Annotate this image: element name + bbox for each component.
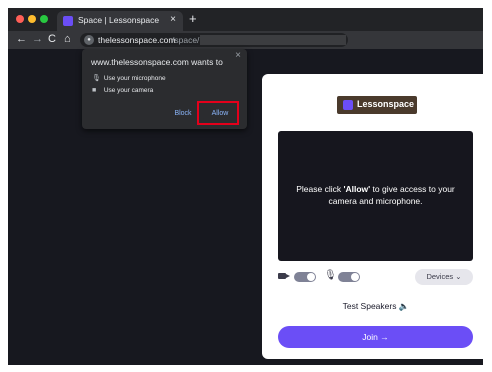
back-icon[interactable]: ← (16, 33, 27, 45)
permission-microphone-row: 🎙 Use your microphone (92, 74, 166, 82)
zoom-window-button[interactable] (40, 15, 48, 23)
block-button[interactable]: Block (170, 107, 196, 120)
devices-dropdown[interactable]: Devices ⌄ (415, 269, 473, 285)
browser-window: Space | Lessonspace × + ← → C ⌂ ● theles… (8, 8, 483, 365)
tab-title: Space | Lessonspace (78, 15, 160, 25)
lessonspace-logo: Lessonspace (337, 96, 417, 114)
allow-highlight-box (197, 101, 239, 125)
url-path: /space/ (172, 35, 200, 45)
camera-toggle-knob (307, 273, 315, 281)
microphone-toggle-knob (351, 273, 359, 281)
camera-preview: Please click 'Allow' to give access to y… (278, 131, 473, 261)
forward-icon[interactable]: → (32, 33, 43, 45)
preview-prefix: Please click (296, 184, 344, 194)
lessonspace-favicon-icon (63, 16, 73, 26)
tab-lessonspace[interactable]: Space | Lessonspace × (57, 11, 183, 31)
permission-camera-label: Use your camera (103, 87, 154, 94)
join-card: Lessonspace Please click 'Allow' to give… (262, 74, 483, 359)
microphone-icon: 🎙 (324, 270, 337, 281)
lessonspace-logo-icon (343, 100, 353, 110)
join-button[interactable]: Join → (278, 326, 473, 348)
site-info-icon[interactable]: ● (84, 35, 94, 45)
close-window-button[interactable] (16, 15, 24, 23)
preview-message: Please click 'Allow' to give access to y… (286, 183, 465, 207)
permission-close-icon[interactable]: × (235, 50, 241, 61)
camera-toggle[interactable] (294, 272, 316, 282)
video-camera-icon (278, 273, 290, 279)
home-icon[interactable]: ⌂ (64, 33, 71, 45)
new-tab-button[interactable]: + (189, 11, 197, 26)
test-speakers-button[interactable]: Test Speakers 🔈 (262, 301, 483, 312)
url-host: thelessonspace.com (98, 35, 176, 45)
url-redacted (200, 35, 346, 45)
permission-title: www.thelessonspace.com wants to (91, 57, 223, 67)
permission-popup: www.thelessonspace.com wants to × 🎙 Use … (82, 49, 247, 129)
address-bar[interactable]: ● thelessonspace.com /space/ (80, 33, 348, 47)
camera-icon: ■ (92, 87, 97, 94)
minimize-window-button[interactable] (28, 15, 36, 23)
reload-icon[interactable]: C (48, 33, 56, 45)
tab-bar: Space | Lessonspace × + (8, 8, 483, 31)
permission-camera-row: ■ Use your camera (92, 87, 153, 94)
device-controls: 🎙 Devices ⌄ (278, 269, 473, 287)
browser-toolbar: ← → C ⌂ ● thelessonspace.com /space/ (8, 31, 483, 49)
permission-microphone-label: Use your microphone (103, 75, 166, 82)
microphone-toggle[interactable] (338, 272, 360, 282)
microphone-icon: 🎙 (92, 75, 101, 82)
logo-text: Lessonspace (357, 99, 415, 109)
preview-bold: 'Allow' (343, 184, 371, 194)
tab-close-icon[interactable]: × (170, 14, 176, 25)
